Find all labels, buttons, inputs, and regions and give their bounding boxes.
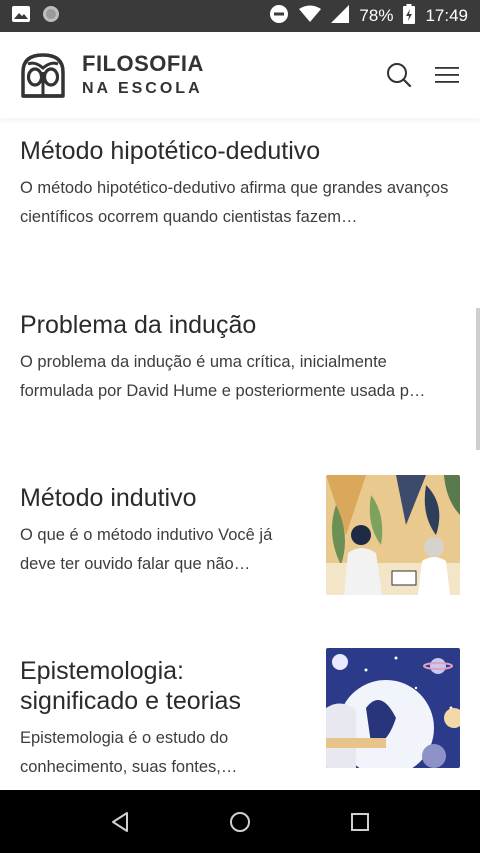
article-excerpt: Epistemologia é o estudo do conhecimento… <box>20 729 238 776</box>
thinker-moon-illustration[interactable] <box>326 648 460 768</box>
scientists-plants-illustration[interactable] <box>326 475 460 595</box>
status-bar: 78% 17:49 <box>0 0 480 32</box>
article-card[interactable]: Método hipotético-dedutivo O método hipo… <box>20 136 460 232</box>
site-header: FILOSOFIA NA ESCOLA <box>0 32 480 118</box>
owl-logo-icon[interactable] <box>20 52 66 98</box>
menu-icon[interactable] <box>434 62 460 88</box>
do-not-disturb-icon <box>269 4 289 29</box>
image-icon <box>12 5 30 27</box>
article-excerpt: O problema da indução é uma crítica, ini… <box>20 353 426 400</box>
signal-icon <box>331 4 350 28</box>
back-triangle-icon[interactable] <box>100 802 140 842</box>
article-card[interactable]: Epistemologia: significado e teorias Epi… <box>20 656 305 782</box>
system-nav-bar <box>0 790 480 853</box>
search-icon[interactable] <box>386 62 412 88</box>
site-brand[interactable]: FILOSOFIA NA ESCOLA <box>82 53 204 97</box>
circle-notification-icon <box>42 5 60 28</box>
article-list: Método hipotético-dedutivo O método hipo… <box>0 118 480 790</box>
article-title[interactable]: Problema da indução <box>20 310 460 340</box>
article-card[interactable]: Método indutivo O que é o método indutiv… <box>20 483 305 579</box>
wifi-icon <box>299 5 322 28</box>
recents-square-icon[interactable] <box>340 802 380 842</box>
battery-percent: 78% <box>359 6 394 25</box>
battery-charging-icon <box>403 3 416 29</box>
article-card[interactable]: Problema da indução O problema da induçã… <box>20 310 460 406</box>
scrollbar[interactable] <box>476 308 480 450</box>
brand-subtitle: NA ESCOLA <box>82 80 203 97</box>
article-title[interactable]: Método hipotético-dedutivo <box>20 136 460 166</box>
article-title[interactable]: Epistemologia: significado e teorias <box>20 656 305 716</box>
clock-time: 17:49 <box>425 6 468 25</box>
article-title[interactable]: Método indutivo <box>20 483 305 513</box>
brand-title: FILOSOFIA <box>82 51 204 76</box>
article-excerpt: O que é o método indutivo Você já deve t… <box>20 526 273 573</box>
article-excerpt: O método hipotético-dedutivo afirma que … <box>20 179 449 226</box>
home-circle-icon[interactable] <box>220 802 260 842</box>
